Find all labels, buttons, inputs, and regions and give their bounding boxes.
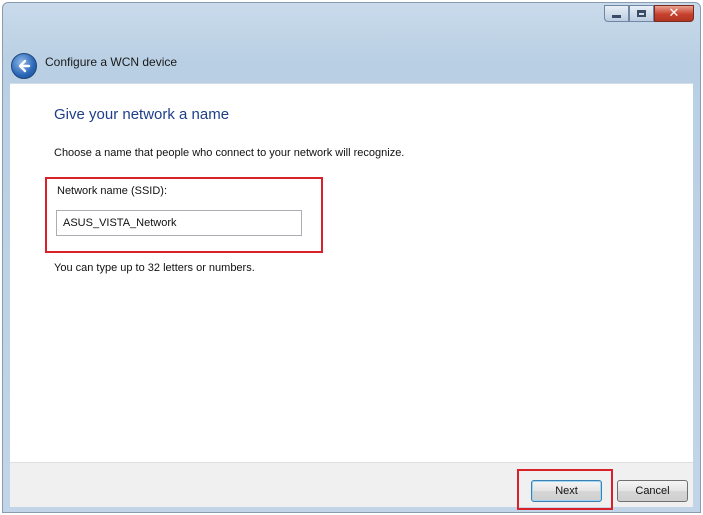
next-button[interactable]: Next <box>531 480 602 502</box>
window-title: Configure a WCN device <box>45 55 178 69</box>
back-arrow-icon <box>18 59 31 73</box>
close-button[interactable]: ✕ <box>654 5 694 22</box>
wizard-window: ✕ Configure a WCN device Give your netwo… <box>2 2 701 513</box>
back-button[interactable] <box>11 53 37 79</box>
maximize-button[interactable] <box>629 5 654 22</box>
page-description: Choose a name that people who connect to… <box>54 147 405 159</box>
caption-buttons: ✕ <box>604 5 694 23</box>
cancel-button-label: Cancel <box>635 485 670 497</box>
page-heading: Give your network a name <box>54 106 230 123</box>
wizard-content: Give your network a name Choose a name t… <box>10 83 693 462</box>
ssid-label: Network name (SSID): <box>57 185 168 197</box>
minimize-button[interactable] <box>604 5 629 22</box>
minimize-icon <box>612 15 621 18</box>
close-icon: ✕ <box>668 6 680 21</box>
wizard-footer: Next Cancel <box>10 462 693 510</box>
ssid-hint: You can type up to 32 letters or numbers… <box>54 262 255 274</box>
maximize-icon <box>637 10 646 17</box>
cancel-button[interactable]: Cancel <box>617 480 688 502</box>
ssid-input[interactable] <box>56 210 302 236</box>
next-button-label: Next <box>555 485 578 497</box>
